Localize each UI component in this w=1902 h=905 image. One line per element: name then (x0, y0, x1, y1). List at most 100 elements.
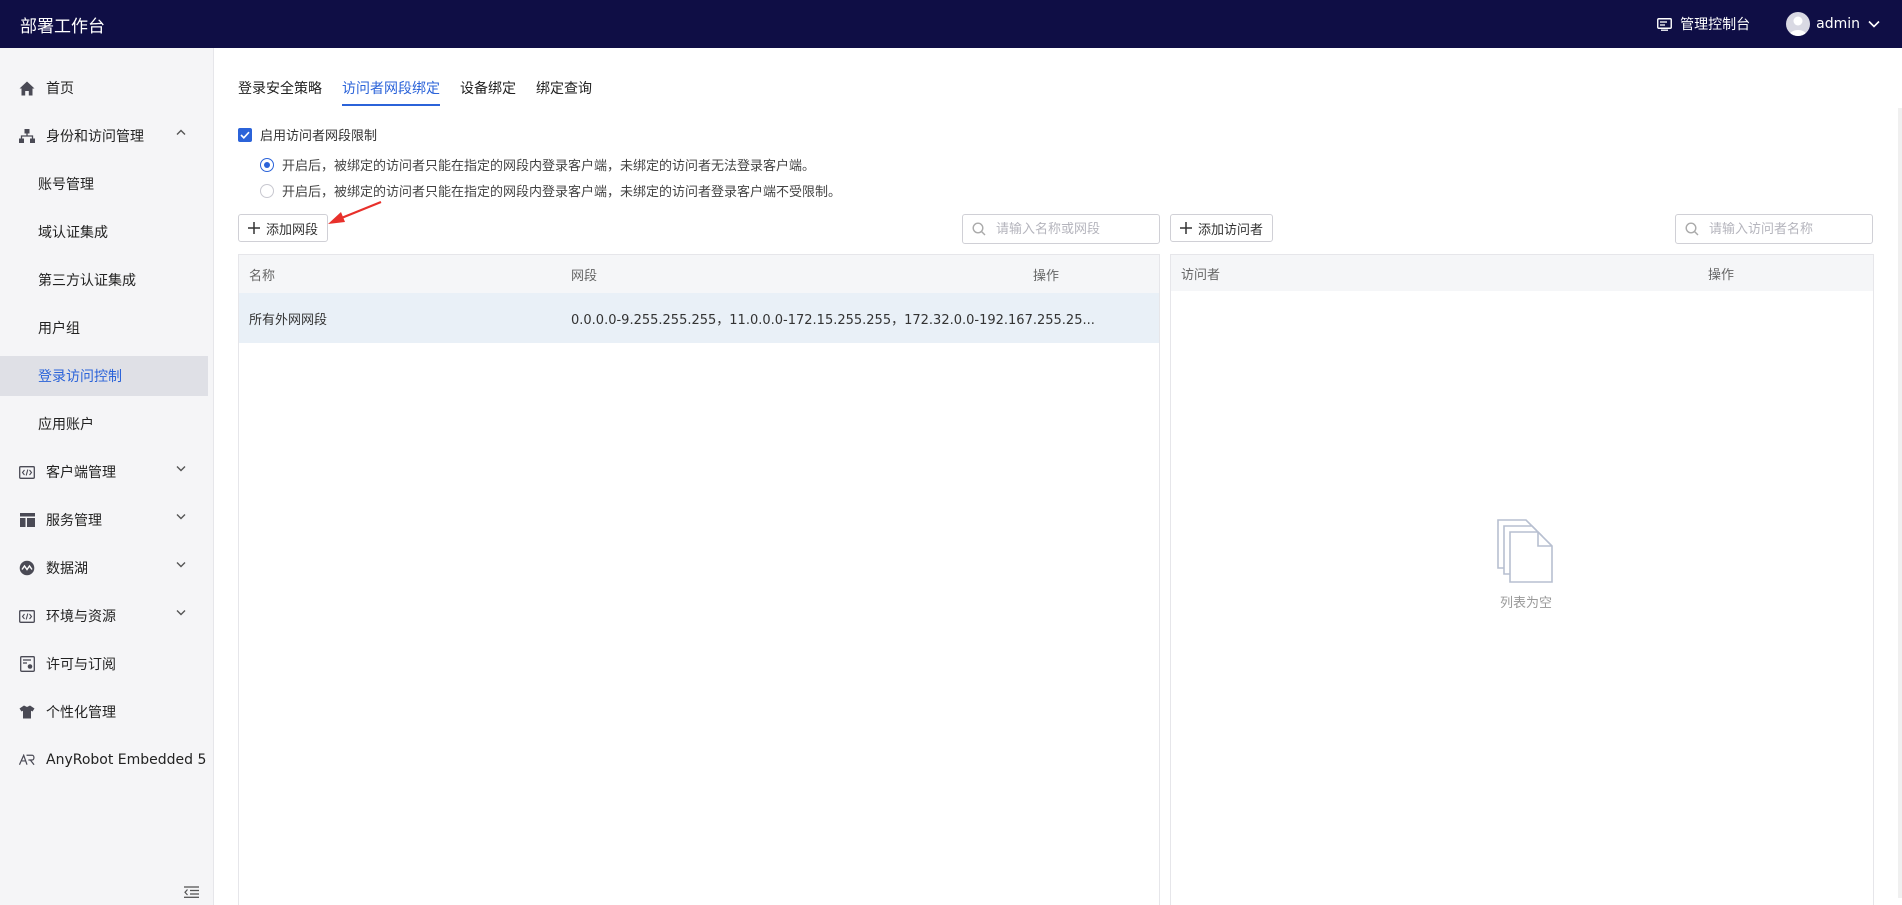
chevron-down-icon (1868, 20, 1880, 28)
chevron-down-icon (176, 466, 186, 472)
sidebar-item-label: 许可与订阅 (46, 657, 116, 673)
column-header-segment: 网段 (571, 268, 598, 284)
segment-range-cell: 0.0.0.0-9.255.255.255，11.0.0.0-172.15.25… (571, 312, 1095, 328)
sidebar-item-label: 首页 (46, 81, 74, 97)
restriction-option-2[interactable]: 开启后，被绑定的访问者只能在指定的网段内登录客户端，未绑定的访问者登录客户端不受… (260, 181, 841, 200)
annotation-arrow-icon (328, 200, 382, 224)
empty-state: 列表为空 (1491, 518, 1561, 611)
visitor-search[interactable] (1675, 214, 1873, 244)
plus-icon (248, 222, 260, 234)
console-label: 管理控制台 (1680, 17, 1751, 33)
table-header: 访问者 操作 (1171, 255, 1873, 291)
tab-binding-query[interactable]: 绑定查询 (536, 74, 592, 104)
option-2-label: 开启后，被绑定的访问者只能在指定的网段内登录客户端，未绑定的访问者登录客户端不受… (282, 185, 842, 200)
user-menu[interactable]: admin (1786, 12, 1880, 36)
chevron-down-icon (176, 562, 186, 568)
sidebar-item-domain-auth[interactable]: 域认证集成 (0, 212, 208, 252)
enable-restriction-label: 启用访问者网段限制 (260, 129, 378, 144)
column-header-visitor: 访问者 (1181, 267, 1221, 283)
tab-device-binding[interactable]: 设备绑定 (460, 74, 516, 104)
username: admin (1816, 16, 1860, 32)
sidebar-item-label: 用户组 (38, 321, 80, 337)
segment-name-cell: 所有外网网段 (249, 312, 328, 328)
sidebar-item-third-party-auth[interactable]: 第三方认证集成 (0, 260, 208, 300)
collapse-menu-icon[interactable] (184, 886, 199, 898)
tab-login-security-policy[interactable]: 登录安全策略 (238, 74, 322, 104)
add-visitor-button[interactable]: 添加访问者 (1170, 214, 1274, 242)
chevron-down-icon (176, 610, 186, 616)
wave-icon (19, 560, 35, 576)
search-icon (972, 222, 986, 236)
sidebar-item-login-access-control[interactable]: 登录访问控制 (0, 356, 208, 396)
enable-restriction-checkbox[interactable] (238, 127, 252, 142)
option-1-label: 开启后，被绑定的访问者只能在指定的网段内登录客户端，未绑定的访问者无法登录客户端… (282, 159, 816, 174)
sidebar-item-env-resources[interactable]: 环境与资源 (0, 596, 208, 636)
sidebar-item-service-management[interactable]: 服务管理 (0, 500, 208, 540)
org-tree-icon (19, 128, 35, 144)
sidebar-item-label: 账号管理 (38, 177, 94, 193)
sidebar-item-data-lake[interactable]: 数据湖 (0, 548, 208, 588)
shirt-icon (19, 704, 35, 720)
sidebar-item-label: 数据湖 (46, 561, 88, 577)
sidebar-item-user-groups[interactable]: 用户组 (0, 308, 208, 348)
avatar (1786, 12, 1811, 36)
visitors-table: 访问者 操作 列表为空 (1170, 254, 1874, 905)
table-header: 名称 网段 操作 (239, 255, 1159, 293)
radio-option-1[interactable] (260, 157, 274, 172)
sidebar-item-label: 客户端管理 (46, 465, 116, 481)
sidebar-item-label: 第三方认证集成 (38, 273, 136, 289)
search-icon (1685, 222, 1699, 236)
sidebar-item-label: 个性化管理 (46, 705, 116, 721)
layout-icon (19, 512, 35, 528)
sidebar-item-label: 身份和访问管理 (46, 129, 144, 145)
radio-option-2[interactable] (260, 183, 274, 198)
main-content: 登录安全策略 访问者网段绑定 设备绑定 绑定查询 启用访问者网段限制 开启后，被… (215, 48, 1902, 905)
table-row[interactable]: 所有外网网段 0.0.0.0-9.255.255.255，11.0.0.0-17… (239, 293, 1159, 343)
visitor-search-input[interactable] (1709, 221, 1872, 237)
sidebar-item-label: 应用账户 (38, 417, 94, 433)
check-icon (240, 131, 250, 139)
segments-table: 名称 网段 操作 所有外网网段 0.0.0.0-9.255.255.255，11… (238, 254, 1160, 905)
tab-bar: 登录安全策略 访问者网段绑定 设备绑定 绑定查询 (238, 74, 612, 106)
chevron-up-icon (176, 129, 186, 135)
console-icon (1657, 17, 1673, 31)
home-icon (19, 80, 35, 96)
app-title: 部署工作台 (20, 16, 105, 37)
sidebar-item-label: 域认证集成 (38, 225, 108, 241)
sidebar-item-label: AnyRobot Embedded 5 (46, 752, 207, 768)
chevron-down-icon (176, 514, 186, 520)
code-window-icon (19, 608, 35, 624)
license-icon (19, 656, 35, 672)
segment-search-input[interactable] (996, 221, 1159, 237)
sidebar-item-label: 登录访问控制 (38, 369, 122, 385)
code-window-icon (19, 464, 35, 480)
anyrobot-icon (19, 752, 35, 768)
console-link[interactable]: 管理控制台 (1657, 14, 1750, 34)
page-scrollbar[interactable] (1898, 108, 1902, 898)
sidebar-item-home[interactable]: 首页 (0, 68, 208, 108)
sidebar-item-license[interactable]: 许可与订阅 (0, 644, 208, 684)
enable-restriction-row[interactable]: 启用访问者网段限制 (238, 125, 377, 144)
column-header-action: 操作 (1708, 267, 1735, 283)
add-visitor-label: 添加访问者 (1198, 222, 1264, 238)
add-segment-button[interactable]: 添加网段 (238, 214, 329, 242)
sidebar-item-label: 服务管理 (46, 513, 102, 529)
sidebar-item-identity-access[interactable]: 身份和访问管理 (0, 116, 208, 156)
column-header-name: 名称 (249, 268, 276, 284)
sidebar-item-accounts[interactable]: 账号管理 (0, 164, 208, 204)
segment-search[interactable] (962, 214, 1160, 244)
top-bar: 部署工作台 管理控制台 admin (0, 0, 1902, 48)
plus-icon (1180, 222, 1192, 234)
empty-documents-icon (1497, 519, 1553, 583)
tab-visitor-segment-binding[interactable]: 访问者网段绑定 (342, 74, 440, 106)
sidebar-item-anyrobot[interactable]: AnyRobot Embedded 5 (0, 740, 208, 780)
sidebar-item-label: 环境与资源 (46, 609, 116, 625)
column-header-action: 操作 (1033, 268, 1060, 284)
empty-text: 列表为空 (1499, 596, 1552, 611)
sidebar: 首页 身份和访问管理 账号管理 域认证集成 第三方认证集成 用户组 登录访问控制… (0, 48, 214, 905)
restriction-option-1[interactable]: 开启后，被绑定的访问者只能在指定的网段内登录客户端，未绑定的访问者无法登录客户端… (260, 155, 815, 174)
sidebar-item-personalization[interactable]: 个性化管理 (0, 692, 208, 732)
sidebar-item-client-management[interactable]: 客户端管理 (0, 452, 208, 492)
add-segment-label: 添加网段 (266, 222, 319, 238)
sidebar-item-app-accounts[interactable]: 应用账户 (0, 404, 208, 444)
